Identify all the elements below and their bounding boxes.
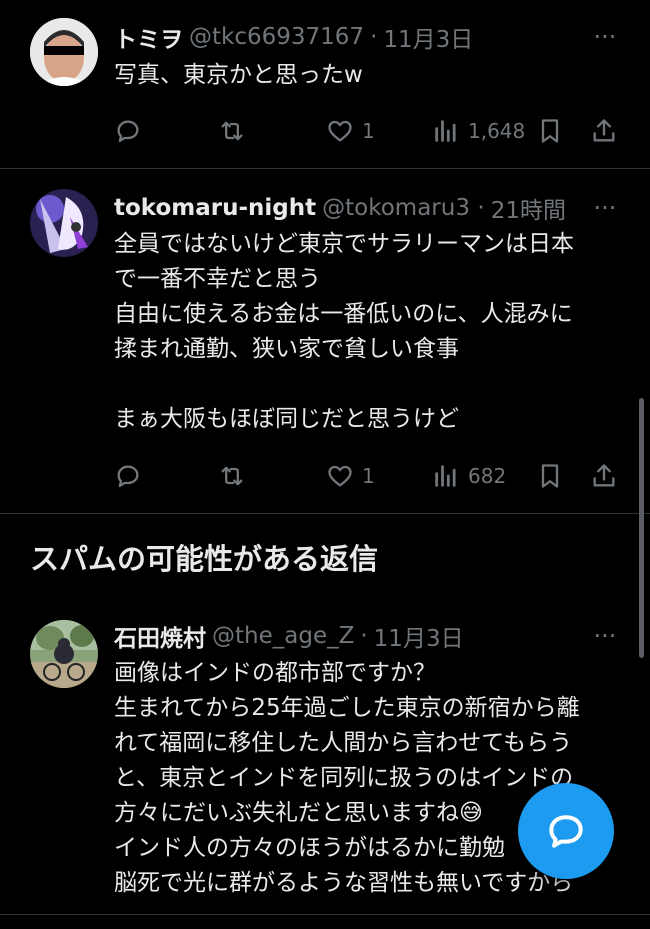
floating-reply-button[interactable] (518, 783, 614, 879)
scrollbar[interactable] (639, 398, 644, 658)
share-button[interactable] (590, 114, 618, 148)
more-options-button[interactable]: ··· (590, 193, 620, 223)
avatar[interactable] (30, 620, 98, 688)
retweet-button[interactable] (218, 459, 246, 493)
timestamp[interactable]: 21時間 (491, 191, 566, 225)
avatar[interactable] (30, 18, 98, 86)
separator: · (360, 623, 368, 649)
tweet[interactable]: トミヲ @tkc66937167 · 11月3日 ··· 写真、東京かと思ったw… (0, 0, 650, 168)
action-bar: 1 682 (110, 459, 620, 493)
timestamp[interactable]: 11月3日 (374, 619, 464, 653)
timestamp[interactable]: 11月3日 (383, 20, 473, 54)
display-name[interactable]: トミヲ (114, 20, 183, 54)
reply-icon (117, 120, 139, 143)
more-options-button[interactable]: ··· (590, 22, 620, 52)
bookmark-button[interactable] (536, 459, 564, 493)
like-button[interactable]: 1 (326, 114, 375, 148)
tweet-text: 写真、東京かと思ったw (114, 62, 363, 88)
separator: · (477, 195, 485, 221)
chat-bubble-icon (549, 815, 583, 848)
like-button[interactable]: 1 (326, 459, 375, 493)
action-bar: 1 1,648 (110, 114, 620, 148)
handle[interactable]: @tokomaru33 (322, 195, 471, 221)
heart-icon (328, 465, 352, 487)
more-options-button[interactable]: ··· (590, 621, 620, 651)
bookmark-icon (541, 119, 559, 143)
view-count: 682 (468, 464, 507, 488)
retweet-button[interactable] (218, 114, 246, 148)
share-icon (593, 119, 615, 142)
share-icon (593, 464, 615, 487)
tweet-header: tokomaru-night @tokomaru33 · 21時間 (114, 190, 566, 226)
views-button[interactable]: 682 (432, 459, 506, 493)
retweet-icon (221, 466, 243, 486)
like-count: 1 (362, 464, 375, 488)
bookmark-icon (541, 464, 559, 488)
bookmark-button[interactable] (536, 114, 564, 148)
separator: · (370, 24, 378, 50)
view-count: 1,648 (468, 119, 526, 143)
reply-button[interactable] (114, 114, 142, 148)
views-icon (435, 120, 456, 142)
tweet[interactable]: tokomaru-night @tokomaru33 · 21時間 ··· 全員… (0, 169, 650, 513)
retweet-icon (221, 121, 243, 141)
reply-icon (117, 465, 139, 488)
tweet-text: 全員ではないけど東京でサラリーマンは日本 で一番不幸だと思う 自由に使えるお金は… (114, 231, 574, 432)
display-name[interactable]: tokomaru-night (114, 195, 316, 221)
avatar[interactable] (30, 189, 98, 257)
reply-button[interactable] (114, 459, 142, 493)
views-button[interactable]: 1,648 (432, 114, 525, 148)
tweet-header: トミヲ @tkc66937167 · 11月3日 (114, 19, 473, 55)
heart-icon (328, 120, 352, 142)
divider (0, 914, 650, 915)
like-count: 1 (362, 119, 375, 143)
handle[interactable]: @the_age_Z (212, 623, 354, 649)
divider (0, 513, 650, 514)
display-name[interactable]: 石田焼村 (114, 619, 206, 653)
section-title: スパムの可能性がある返信 (30, 542, 379, 576)
views-icon (435, 465, 456, 487)
share-button[interactable] (590, 459, 618, 493)
tweet-header: 石田焼村 @the_age_Z · 11月3日 (114, 618, 464, 654)
handle[interactable]: @tkc66937167 (189, 24, 364, 50)
